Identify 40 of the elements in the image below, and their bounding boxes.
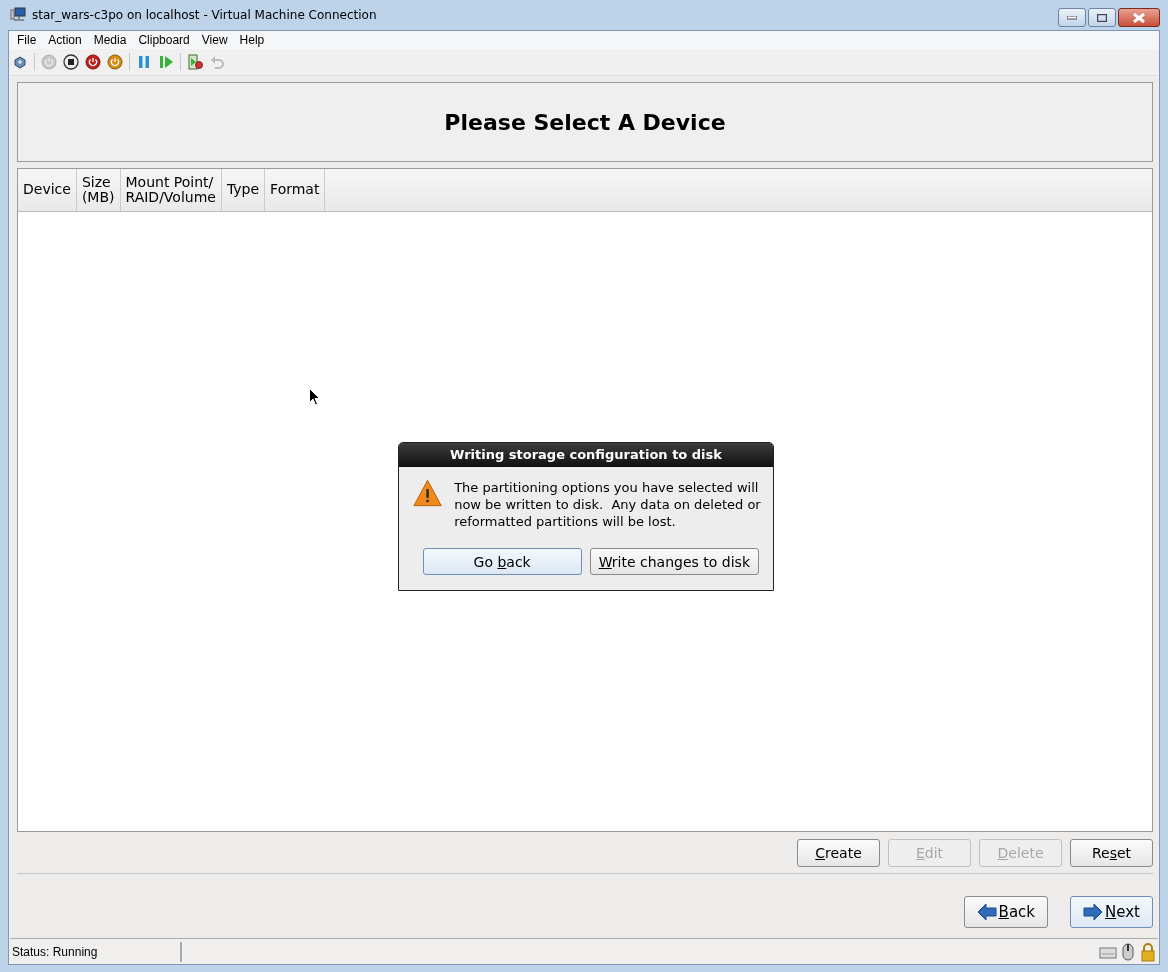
power-icon[interactable] bbox=[107, 54, 123, 70]
warning-icon bbox=[413, 479, 443, 507]
dialog-message: The partitioning options you have selected will now be written to disk. Any data on deleted or reformatted partitions will be lost. bbox=[454, 479, 762, 530]
menu-item[interactable]: Help bbox=[233, 33, 271, 47]
menu-item[interactable]: Media bbox=[87, 33, 133, 47]
dialog-title: Writing storage configuration to disk bbox=[399, 443, 773, 467]
column-header[interactable]: Type bbox=[221, 169, 266, 211]
back-button[interactable]: Back bbox=[963, 896, 1049, 928]
mouse-pointer-icon bbox=[309, 388, 320, 406]
mouse-icon bbox=[1119, 941, 1137, 962]
power-icon[interactable] bbox=[85, 54, 101, 70]
close-button[interactable] bbox=[1118, 8, 1160, 27]
go-back-button[interactable]: Go back bbox=[422, 548, 582, 575]
menu-item[interactable]: View bbox=[195, 33, 234, 47]
column-header[interactable]: Format bbox=[265, 169, 326, 211]
maximize-icon bbox=[1097, 13, 1107, 22]
menu-item[interactable]: File bbox=[11, 33, 43, 47]
close-icon bbox=[1133, 12, 1145, 23]
lock-icon bbox=[1139, 941, 1157, 962]
stop-icon[interactable] bbox=[63, 54, 79, 70]
column-header[interactable]: Mount Point/ RAID/Volume bbox=[120, 169, 222, 211]
window-title: star_wars-c3po on localhost - Virtual Machine Connection bbox=[32, 8, 378, 22]
screen-title: Please Select A Device bbox=[17, 82, 1153, 162]
menu-item[interactable]: Action bbox=[42, 33, 88, 47]
action-button[interactable]: Reset bbox=[1070, 839, 1153, 867]
computer-icon bbox=[10, 7, 26, 23]
left-arrow-icon bbox=[976, 903, 997, 921]
column-header[interactable]: Device bbox=[18, 169, 77, 211]
status-text: Status: Running bbox=[9, 941, 182, 962]
action-button[interactable]: Create bbox=[797, 839, 880, 867]
minimize-icon bbox=[1067, 15, 1077, 20]
next-button[interactable]: Next bbox=[1070, 896, 1153, 928]
maximize-button[interactable] bbox=[1088, 8, 1116, 27]
right-arrow-icon bbox=[1083, 903, 1104, 921]
column-header[interactable]: Size (MB) bbox=[76, 169, 121, 211]
pause-icon[interactable] bbox=[136, 54, 152, 70]
network-icon[interactable] bbox=[12, 54, 28, 70]
menu-item[interactable]: Clipboard bbox=[132, 33, 196, 47]
write-changes-button[interactable]: Write changes to disk bbox=[589, 548, 759, 575]
checkpoint-icon[interactable] bbox=[187, 54, 203, 70]
